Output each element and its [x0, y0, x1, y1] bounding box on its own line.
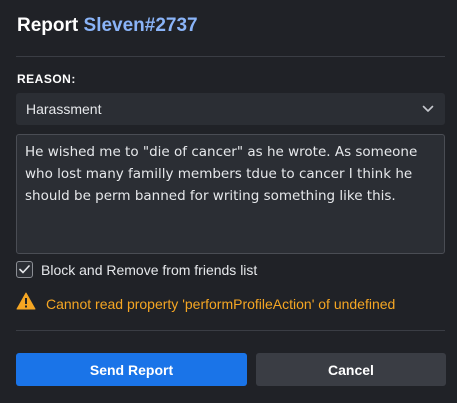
reason-label: REASON:	[17, 72, 76, 86]
cancel-button[interactable]: Cancel	[256, 353, 446, 386]
block-remove-checkbox[interactable]	[16, 261, 33, 278]
block-remove-option[interactable]: Block and Remove from friends list	[16, 261, 257, 278]
warning-icon	[16, 292, 36, 315]
send-report-button[interactable]: Send Report	[16, 353, 247, 386]
reason-selected-value: Harassment	[26, 101, 102, 117]
report-description-textarea[interactable]: He wished me to "die of cancer" as he wr…	[16, 134, 445, 254]
header-divider	[16, 56, 445, 57]
error-text: Cannot read property 'performProfileActi…	[46, 295, 396, 312]
checkmark-icon	[19, 265, 30, 274]
reported-username: Sleven#2737	[83, 15, 198, 36]
dialog-title: Report Sleven#2737	[17, 15, 198, 37]
report-dialog: Report Sleven#2737 REASON: Harassment He…	[0, 0, 457, 403]
error-message: Cannot read property 'performProfileActi…	[16, 292, 395, 315]
chevron-down-icon	[421, 102, 435, 116]
block-remove-label: Block and Remove from friends list	[41, 261, 258, 278]
footer-divider	[16, 330, 445, 331]
dialog-title-prefix: Report	[17, 15, 79, 36]
reason-dropdown[interactable]: Harassment	[16, 93, 445, 125]
